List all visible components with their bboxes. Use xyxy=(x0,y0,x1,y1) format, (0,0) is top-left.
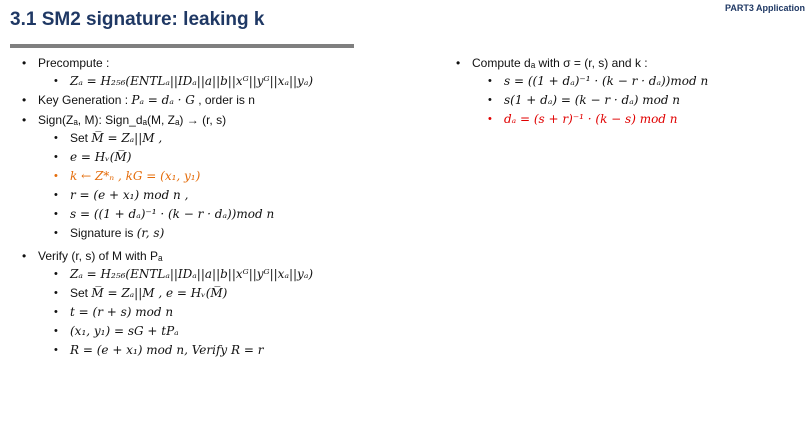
bullet-icon: • xyxy=(54,189,58,201)
verify-label: Verify (r, s) of M with Pₐ xyxy=(38,249,163,263)
precompute-label: Precompute : xyxy=(38,56,110,70)
bullet-icon: • xyxy=(22,249,27,263)
verify-step-formula: (x₁, y₁) = sG + tPₐ xyxy=(70,324,179,338)
list-item: • s(1 + dₐ) = (k − r · dₐ) mod n xyxy=(488,93,806,108)
list-item: • R = (e + x₁) mod n, Verify R = r xyxy=(54,343,422,358)
bullet-icon: • xyxy=(54,132,58,144)
sign-step-prefix: Set xyxy=(70,131,92,145)
sign-step-formula: (r, s) xyxy=(136,226,165,240)
compute-sublist: • s = ((1 + dₐ)⁻¹ · (k − r · dₐ))mod n •… xyxy=(472,74,806,127)
sign-item: • Sign(Zₐ, M): Sign_dₐ(M, Zₐ) → (r, s) •… xyxy=(22,113,422,241)
bullet-icon: • xyxy=(54,268,58,280)
bullet-icon: • xyxy=(54,325,58,337)
keygen-prefix: Key Generation : xyxy=(38,93,132,107)
sign-sublist: • Set M̅ = Zₐ||M , • e = Hᵥ(M̅) • k ← Z*… xyxy=(38,131,422,241)
sign-step-formula: M̅ = Zₐ||M , xyxy=(91,131,163,145)
list-item: • Set M̅ = Zₐ||M , xyxy=(54,131,422,146)
bullet-icon: • xyxy=(54,151,58,163)
sign-step-formula: s = ((1 + dₐ)⁻¹ · (k − r · dₐ))mod n xyxy=(70,207,275,221)
verify-step-formula: Zₐ = H₂₅₆(ENTLₐ||IDₐ||a||b||xᴳ||yᴳ||xₐ||… xyxy=(70,267,314,281)
verify-step-prefix: Set xyxy=(70,286,92,300)
bullet-icon: • xyxy=(22,56,27,70)
part-label: PART3 Application xyxy=(724,3,805,13)
left-bullet-list: • Precompute : • Zₐ = H₂₅₆(ENTLₐ||IDₐ||a… xyxy=(22,56,422,358)
bullet-icon: • xyxy=(488,94,492,106)
sign-step-formula: r = (e + x₁) mod n , xyxy=(70,188,189,202)
title-underline-bar xyxy=(10,44,354,48)
list-item: • Zₐ = H₂₅₆(ENTLₐ||IDₐ||a||b||xᴳ||yᴳ||xₐ… xyxy=(54,267,422,282)
list-item: • Signature is (r, s) xyxy=(54,226,422,241)
sign-label: Sign(Zₐ, M): Sign_dₐ(M, Zₐ) → (r, s) xyxy=(38,113,227,127)
list-item: • t = (r + s) mod n xyxy=(54,305,422,320)
compute-item: • Compute dₐ with σ = (r, s) and k : • s… xyxy=(456,56,806,127)
keygen-formula: Pₐ = dₐ · G xyxy=(131,93,195,107)
list-item: • Set M̅ = Zₐ||M , e = Hᵥ(M̅) xyxy=(54,286,422,301)
verify-item: • Verify (r, s) of M with Pₐ • Zₐ = H₂₅₆… xyxy=(22,249,422,358)
slide-title: 3.1 SM2 signature: leaking k xyxy=(10,9,265,30)
bullet-icon: • xyxy=(488,113,492,125)
compute-step-formula: s(1 + dₐ) = (k − r · dₐ) mod n xyxy=(504,93,681,107)
recovered-key-formula: dₐ = (s + r)⁻¹ · (k − s) mod n xyxy=(504,112,678,126)
keygen-suffix: , order is n xyxy=(194,93,255,107)
verify-step-formula: t = (r + s) mod n xyxy=(70,305,174,319)
compute-label: Compute dₐ with σ = (r, s) and k : xyxy=(472,56,648,70)
verify-step-formula: M̅ = Zₐ||M , e = Hᵥ(M̅) xyxy=(91,286,228,300)
verify-sublist: • Zₐ = H₂₅₆(ENTLₐ||IDₐ||a||b||xᴳ||yᴳ||xₐ… xyxy=(38,267,422,358)
list-item-highlighted: • dₐ = (s + r)⁻¹ · (k − s) mod n xyxy=(488,112,806,127)
sign-step-prefix: Signature is xyxy=(70,226,137,240)
left-column: • Precompute : • Zₐ = H₂₅₆(ENTLₐ||IDₐ||a… xyxy=(22,56,422,362)
list-item-highlighted: • k ← Z*ₙ , kG = (x₁, y₁) xyxy=(54,169,422,184)
bullet-icon: • xyxy=(54,306,58,318)
za-formula: Zₐ = H₂₅₆(ENTLₐ||IDₐ||a||b||xᴳ||yᴳ||xₐ||… xyxy=(70,74,314,88)
bullet-icon: • xyxy=(488,75,492,87)
list-item: • e = Hᵥ(M̅) xyxy=(54,150,422,165)
precompute-sublist: • Zₐ = H₂₅₆(ENTLₐ||IDₐ||a||b||xᴳ||yᴳ||xₐ… xyxy=(38,74,422,89)
precompute-item: • Precompute : • Zₐ = H₂₅₆(ENTLₐ||IDₐ||a… xyxy=(22,56,422,89)
keygen-item: • Key Generation : Pₐ = dₐ · G , order i… xyxy=(22,93,422,108)
verify-step-formula: R = (e + x₁) mod n, Verify R = r xyxy=(70,343,264,357)
list-item: • r = (e + x₁) mod n , xyxy=(54,188,422,203)
bullet-icon: • xyxy=(22,113,27,127)
bullet-icon: • xyxy=(22,93,27,107)
right-bullet-list: • Compute dₐ with σ = (r, s) and k : • s… xyxy=(456,56,806,127)
slide: PART3 Application 3.1 SM2 signature: lea… xyxy=(0,0,811,422)
compute-step-formula: s = ((1 + dₐ)⁻¹ · (k − r · dₐ))mod n xyxy=(504,74,709,88)
bullet-icon: • xyxy=(54,208,58,220)
bullet-icon: • xyxy=(54,344,58,356)
list-item: • s = ((1 + dₐ)⁻¹ · (k − r · dₐ))mod n xyxy=(54,207,422,222)
bullet-icon: • xyxy=(456,56,461,70)
list-item: • (x₁, y₁) = sG + tPₐ xyxy=(54,324,422,339)
bullet-icon: • xyxy=(54,75,58,87)
bullet-icon: • xyxy=(54,227,58,239)
right-column: • Compute dₐ with σ = (r, s) and k : • s… xyxy=(456,56,806,131)
list-item: • Zₐ = H₂₅₆(ENTLₐ||IDₐ||a||b||xᴳ||yᴳ||xₐ… xyxy=(54,74,422,89)
bullet-icon: • xyxy=(54,170,58,182)
list-item: • s = ((1 + dₐ)⁻¹ · (k − r · dₐ))mod n xyxy=(488,74,806,89)
nonce-k-formula: k ← Z*ₙ , kG = (x₁, y₁) xyxy=(70,169,201,183)
sign-step-formula: e = Hᵥ(M̅) xyxy=(70,150,132,164)
bullet-icon: • xyxy=(54,287,58,299)
